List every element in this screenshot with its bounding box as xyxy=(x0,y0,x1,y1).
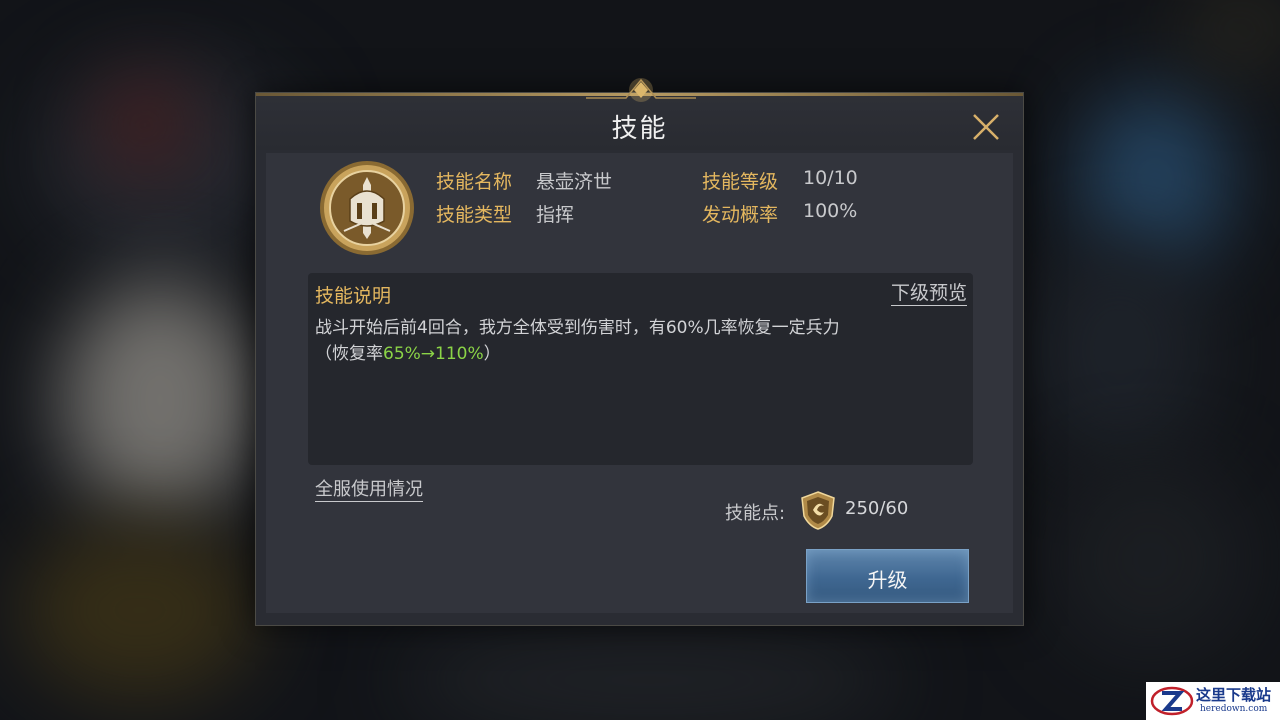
skill-type-value: 指挥 xyxy=(536,204,575,226)
watermark-text: 这里下载站 xyxy=(1196,686,1272,704)
description-panel: 技能说明 下级预览 战斗开始后前4回合，我方全体受到伤害时，有60%几率恢复一定… xyxy=(308,273,973,465)
skill-level-value: 10/10 xyxy=(803,167,858,189)
description-line-2-prefix: （恢复率 xyxy=(315,344,383,364)
dialog-title: 技能 xyxy=(611,114,668,144)
description-line-1: 战斗开始后前4回合，我方全体受到伤害时，有60%几率恢复一定兵力 xyxy=(315,318,840,338)
skill-point-shield-icon xyxy=(801,491,835,530)
skill-dialog: 技能 技能名称 悬壶济世 技能等级 10/10 技能类型 指挥 发动概率 100… xyxy=(255,78,1024,626)
description-line-2-suffix: ） xyxy=(483,344,501,364)
helmet-sword-emblem-icon xyxy=(320,161,414,255)
trigger-chance-label: 发动概率 xyxy=(702,204,779,226)
recovery-rate-highlight: 65%→110% xyxy=(383,344,484,364)
upgrade-button-label: 升级 xyxy=(867,568,908,592)
server-usage-link[interactable]: 全服使用情况 xyxy=(315,479,423,502)
site-watermark: 这里下载站 heredown.com xyxy=(1146,682,1280,720)
description-line-2: （恢复率65%→110%） xyxy=(315,341,965,367)
crest-ornament-icon xyxy=(586,78,696,102)
skill-type-label: 技能类型 xyxy=(436,204,513,226)
upgrade-button[interactable]: 升级 xyxy=(806,549,969,603)
description-title: 技能说明 xyxy=(315,285,392,307)
watermark-url: heredown.com xyxy=(1200,704,1268,714)
trigger-chance-value: 100% xyxy=(803,200,858,222)
skill-points-label: 技能点: xyxy=(725,503,786,524)
dialog-body: 技能名称 悬壶济世 技能等级 10/10 技能类型 指挥 发动概率 100% 技… xyxy=(266,153,1013,613)
skill-level-label: 技能等级 xyxy=(702,171,779,193)
skill-name-value: 悬壶济世 xyxy=(536,171,613,193)
skill-points-value: 250/60 xyxy=(845,498,909,519)
skill-name-label: 技能名称 xyxy=(436,171,513,193)
next-level-preview-link[interactable]: 下级预览 xyxy=(890,281,967,306)
description-text: 战斗开始后前4回合，我方全体受到伤害时，有60%几率恢复一定兵力 （恢复率65%… xyxy=(315,315,965,367)
watermark-logo-icon xyxy=(1150,686,1194,716)
close-x-icon[interactable] xyxy=(969,110,1003,144)
dialog-header: 技能 xyxy=(256,78,1023,150)
